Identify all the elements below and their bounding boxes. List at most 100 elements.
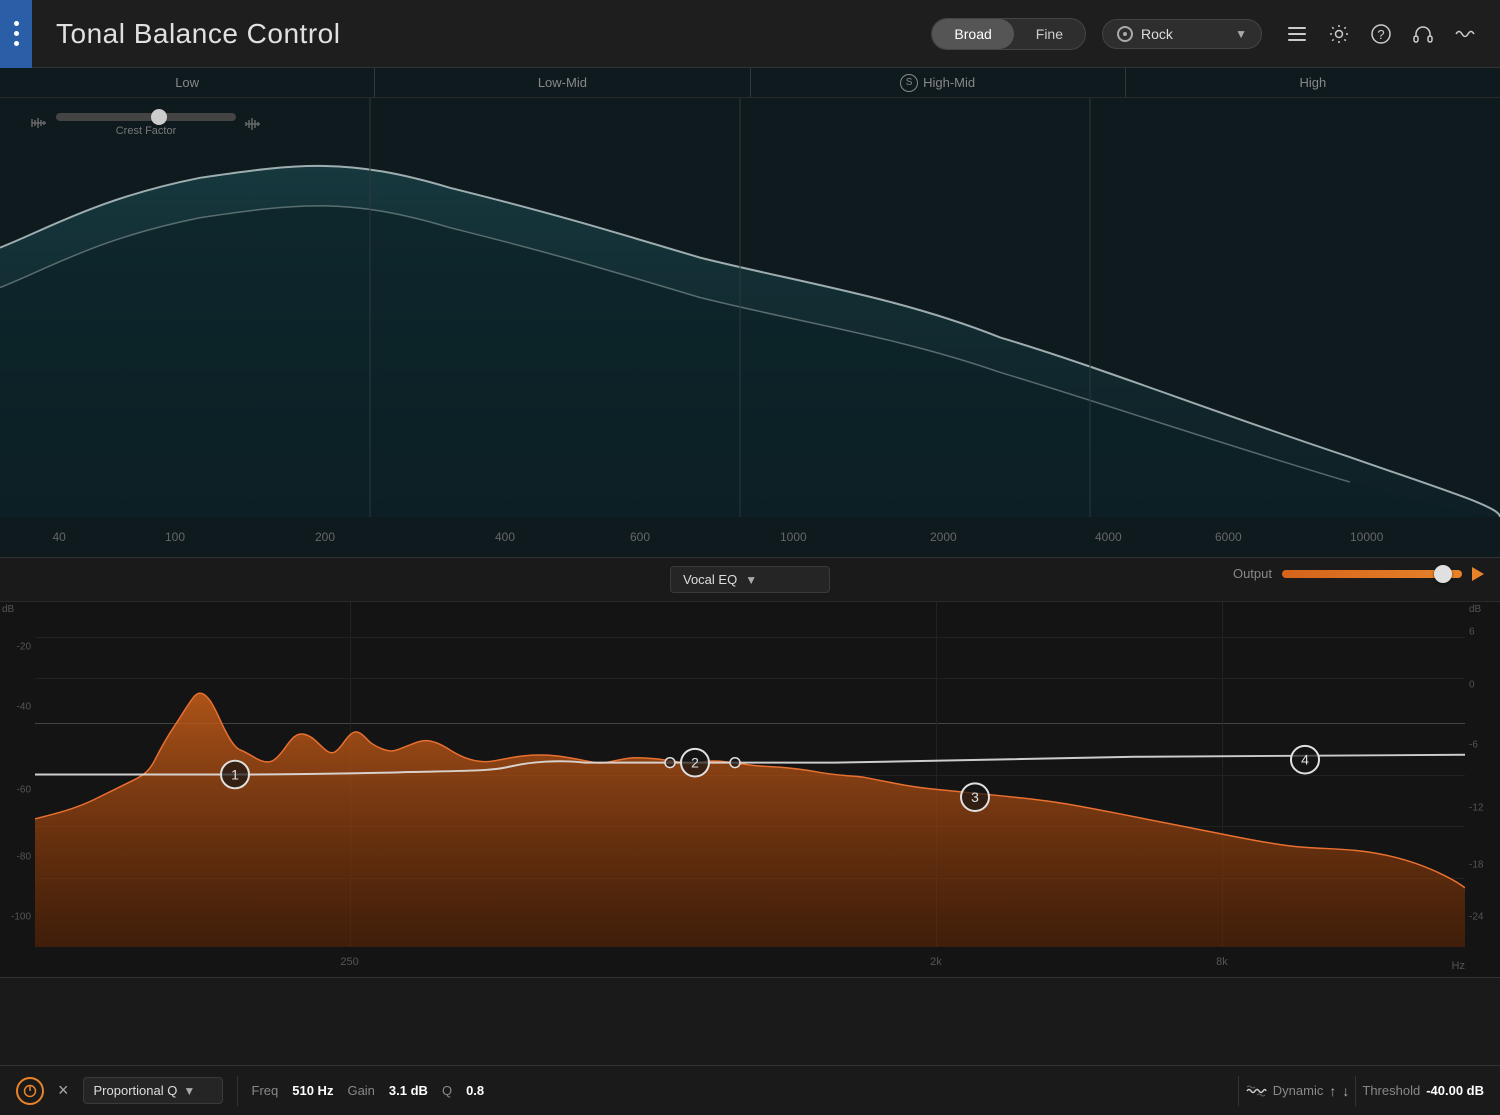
bottom-bar: × Proportional Q ▼ Freq 510 Hz Gain 3.1 … — [0, 1065, 1500, 1115]
threshold-value: -40.00 dB — [1426, 1083, 1484, 1098]
dynamic-icon — [1245, 1080, 1267, 1102]
db-right-6: 6 — [1469, 627, 1475, 638]
svg-text:2: 2 — [691, 755, 699, 771]
dot2 — [14, 31, 19, 36]
db-right-header: dB — [1469, 604, 1481, 615]
gain-value: 3.1 dB — [389, 1083, 428, 1098]
freq-6000: 6000 — [1215, 530, 1242, 544]
db-minus80: -80 — [17, 852, 31, 863]
question-icon: ? — [1370, 23, 1392, 45]
dots-menu[interactable] — [0, 0, 32, 68]
app-title: Tonal Balance Control — [56, 18, 915, 50]
freq-10000: 10000 — [1350, 530, 1383, 544]
db-right-minus6: -6 — [1469, 739, 1478, 750]
band-low-mid: Low-Mid — [375, 68, 750, 97]
eq-curve-svg: 1 2 3 4 — [35, 602, 1465, 947]
wave-icon — [1454, 23, 1476, 45]
fine-button[interactable]: Fine — [1014, 19, 1085, 49]
db-minus20: -20 — [17, 642, 31, 653]
help-button[interactable]: ? — [1362, 15, 1400, 53]
q-label: Q — [442, 1083, 452, 1098]
eq-preset-chevron: ▼ — [745, 573, 757, 587]
gear-icon — [1328, 23, 1350, 45]
eq-freq-8k: 8k — [1216, 956, 1228, 968]
hz-label: Hz — [1452, 960, 1465, 972]
eq-type-selector[interactable]: Proportional Q ▼ — [83, 1077, 223, 1104]
dynamic-control: Dynamic ↑ ↓ Threshold -40.00 dB — [1238, 1076, 1484, 1106]
wave-button[interactable] — [1446, 15, 1484, 53]
freq-label: Freq — [252, 1083, 279, 1098]
hamburger-icon — [1288, 27, 1306, 41]
freq-100: 100 — [165, 530, 185, 544]
eq-grid: 1 2 3 4 — [35, 602, 1465, 947]
hamburger-menu-button[interactable] — [1278, 15, 1316, 53]
freq-600: 600 — [630, 530, 650, 544]
freq-200: 200 — [315, 530, 335, 544]
gain-label: Gain — [347, 1083, 374, 1098]
preset-name: Rock — [1141, 26, 1227, 42]
dynamic-label: Dynamic — [1273, 1083, 1324, 1098]
eq-section: Vocal EQ ▼ Output dB -20 -40 -60 -80 -10… — [0, 558, 1500, 978]
target-icon — [1117, 26, 1133, 42]
db-minus60: -60 — [17, 784, 31, 795]
preset-selector[interactable]: Rock ▼ — [1102, 19, 1262, 49]
db-right-minus12: -12 — [1469, 803, 1483, 814]
q-value: 0.8 — [466, 1083, 484, 1098]
freq-1000: 1000 — [780, 530, 807, 544]
arrow-down-button[interactable]: ↓ — [1342, 1083, 1349, 1099]
divider-2 — [1238, 1076, 1239, 1106]
svg-text:1: 1 — [231, 767, 239, 783]
header-icons: ? — [1278, 15, 1484, 53]
output-slider[interactable] — [1282, 570, 1462, 578]
freq-bands: Low Low-Mid S High-Mid High — [0, 68, 1500, 98]
output-label: Output — [1233, 566, 1272, 581]
close-button[interactable]: × — [58, 1080, 69, 1101]
headphone-button[interactable] — [1404, 15, 1442, 53]
broad-fine-group: Broad Fine — [931, 18, 1086, 50]
output-control: Output — [1233, 566, 1484, 581]
spectrum-display — [0, 98, 1500, 517]
power-button[interactable] — [16, 1077, 44, 1105]
svg-text:3: 3 — [971, 789, 979, 805]
db-right-0: 0 — [1469, 679, 1475, 690]
freq-value: 510 Hz — [292, 1083, 333, 1098]
eq-preset-selector[interactable]: Vocal EQ ▼ — [670, 566, 830, 593]
db-axis-left: dB -20 -40 -60 -80 -100 — [0, 602, 35, 977]
eq-type-chevron: ▼ — [183, 1084, 195, 1098]
db-right-minus24: -24 — [1469, 912, 1483, 923]
db-minus40: -40 — [17, 702, 31, 713]
freq-400: 400 — [495, 530, 515, 544]
freq-40: 40 — [53, 530, 66, 544]
header: Tonal Balance Control Broad Fine Rock ▼ — [0, 0, 1500, 68]
dot3 — [14, 41, 19, 46]
freq-2000: 2000 — [930, 530, 957, 544]
s-badge: S — [900, 74, 918, 92]
eq-freq-axis: 250 2k 8k Hz — [35, 947, 1465, 977]
main-spectrum: Low Low-Mid S High-Mid High — [0, 68, 1500, 558]
broad-button[interactable]: Broad — [932, 19, 1013, 49]
eq-toolbar: Vocal EQ ▼ Output — [0, 558, 1500, 602]
eq-preset-name: Vocal EQ — [683, 572, 737, 587]
freq-axis-bottom: 40 100 200 400 600 1000 2000 4000 6000 1… — [0, 517, 1500, 557]
headphone-icon — [1412, 23, 1434, 45]
dot1 — [14, 21, 19, 26]
db-right-minus18: -18 — [1469, 859, 1483, 870]
eq-freq-2k: 2k — [930, 956, 942, 968]
eq-freq-250: 250 — [340, 956, 358, 968]
freq-4000: 4000 — [1095, 530, 1122, 544]
svg-text:?: ? — [1377, 27, 1384, 42]
chevron-down-icon: ▼ — [1235, 27, 1247, 41]
band-low: Low — [0, 68, 375, 97]
output-slider-thumb[interactable] — [1434, 565, 1452, 583]
settings-button[interactable] — [1320, 15, 1358, 53]
output-arrow-button[interactable] — [1472, 567, 1484, 581]
svg-text:4: 4 — [1301, 752, 1309, 768]
band-high: High — [1126, 68, 1500, 97]
db-minus100: -100 — [11, 912, 31, 923]
threshold-label: Threshold — [1362, 1083, 1420, 1098]
divider-3 — [1355, 1076, 1356, 1106]
power-icon — [23, 1084, 37, 1098]
db-axis-right: dB 6 0 -6 -12 -18 -24 — [1465, 602, 1500, 977]
arrow-up-button[interactable]: ↑ — [1329, 1083, 1336, 1099]
divider-1 — [237, 1076, 238, 1106]
